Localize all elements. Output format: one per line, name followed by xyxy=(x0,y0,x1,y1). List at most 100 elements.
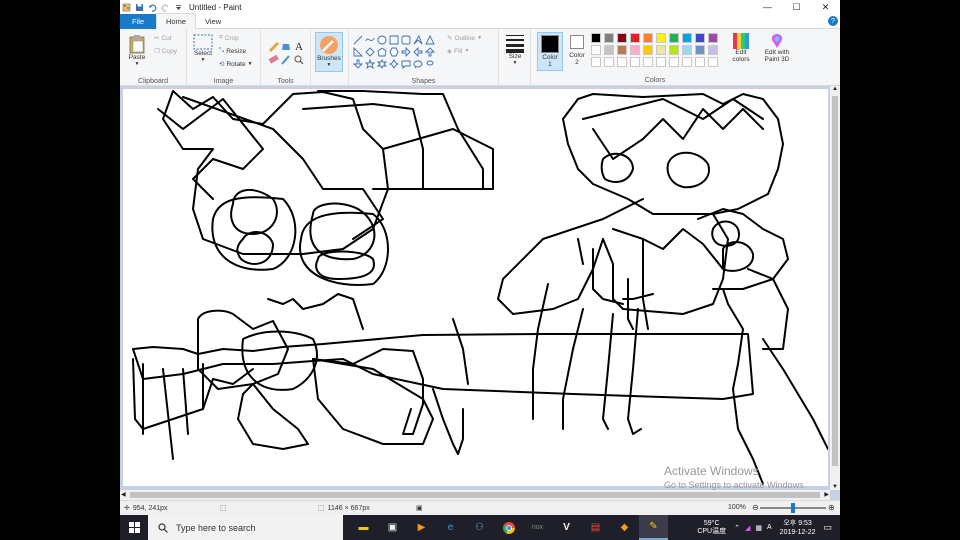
palette-swatch[interactable] xyxy=(604,57,614,67)
help-icon[interactable]: ? xyxy=(828,16,838,26)
palette-swatch[interactable] xyxy=(682,57,692,67)
customize-qa-icon[interactable] xyxy=(174,3,183,12)
chevron-up-icon[interactable]: ⌃ xyxy=(734,524,740,532)
shape-option-icon[interactable] xyxy=(401,46,411,58)
shape-option-icon[interactable] xyxy=(401,35,411,45)
shape-option-icon[interactable] xyxy=(353,59,364,69)
shape-option-icon[interactable] xyxy=(377,35,387,45)
scroll-down-icon[interactable]: ▼ xyxy=(832,484,838,490)
palette-swatch[interactable] xyxy=(643,57,653,67)
shape-option-icon[interactable] xyxy=(388,59,400,69)
palette-swatch[interactable] xyxy=(682,33,692,43)
palette-swatch[interactable] xyxy=(669,33,679,43)
shape-option-icon[interactable] xyxy=(413,60,423,69)
scroll-left-icon[interactable]: ◀ xyxy=(121,491,126,498)
undo-icon[interactable] xyxy=(148,3,157,12)
palette-swatch[interactable] xyxy=(604,33,614,43)
nox-icon[interactable]: nox xyxy=(523,515,552,540)
palette-swatch[interactable] xyxy=(643,33,653,43)
shape-option-icon[interactable] xyxy=(424,47,436,57)
edit-with-paint3d-button[interactable]: Edit with Paint 3D xyxy=(755,33,799,63)
color-picker-icon[interactable] xyxy=(281,55,290,65)
palette-swatch[interactable] xyxy=(604,45,614,55)
palette-swatch[interactable] xyxy=(630,57,640,67)
palette-swatch[interactable] xyxy=(630,45,640,55)
shape-option-icon[interactable] xyxy=(353,46,364,57)
palette-swatch[interactable] xyxy=(708,57,718,67)
shape-option-icon[interactable] xyxy=(353,35,363,45)
shape-option-icon[interactable] xyxy=(413,46,423,58)
palette-swatch[interactable] xyxy=(643,45,653,55)
text-icon[interactable]: A xyxy=(295,41,303,53)
media-player-icon[interactable]: ▶ xyxy=(407,515,436,540)
shape-option-icon[interactable] xyxy=(377,47,387,57)
color1-button[interactable]: Color 1 xyxy=(537,32,563,71)
palette-swatch[interactable] xyxy=(708,45,718,55)
size-button[interactable]: Size ▼ xyxy=(503,33,527,67)
notification-icon[interactable]: ▭ xyxy=(823,522,832,533)
outline-button[interactable]: ✎ Outline ▼ xyxy=(447,34,482,43)
file-explorer-icon[interactable]: ▬ xyxy=(349,515,378,540)
shapes-gallery[interactable] xyxy=(353,35,445,71)
scroll-up-icon[interactable]: ▲ xyxy=(832,86,838,92)
vim-icon[interactable]: V xyxy=(552,515,581,540)
shape-option-icon[interactable] xyxy=(389,35,399,45)
palette-swatch[interactable] xyxy=(617,33,627,43)
palette-swatch[interactable] xyxy=(591,33,601,43)
store-icon[interactable]: ▣ xyxy=(378,515,407,540)
palette-swatch[interactable] xyxy=(695,45,705,55)
rotate-button[interactable]: ⟲ Rotate ▼ xyxy=(219,60,253,69)
vertical-scrollbar[interactable]: ▲ ▼ xyxy=(830,86,840,490)
paint-taskbar-icon[interactable]: ✎ xyxy=(639,515,668,540)
game-icon[interactable]: ◆ xyxy=(610,515,639,540)
tab-view[interactable]: View xyxy=(196,14,230,29)
copy-button[interactable]: ❐ Copy xyxy=(154,47,177,56)
vertical-scroll-thumb[interactable] xyxy=(832,96,838,466)
network-app-icon[interactable]: ⚇ xyxy=(465,515,494,540)
start-button[interactable] xyxy=(120,515,148,540)
shape-option-icon[interactable] xyxy=(426,60,434,66)
palette-swatch[interactable] xyxy=(591,45,601,55)
shape-option-icon[interactable] xyxy=(389,47,399,57)
taskbar-search[interactable]: Type here to search xyxy=(148,515,343,540)
gallery-icon[interactable]: ▤ xyxy=(581,515,610,540)
shape-option-icon[interactable] xyxy=(376,58,388,70)
palette-swatch[interactable] xyxy=(682,45,692,55)
palette-swatch[interactable] xyxy=(695,57,705,67)
palette-swatch[interactable] xyxy=(708,33,718,43)
palette-swatch[interactable] xyxy=(617,45,627,55)
minimize-button[interactable]: — xyxy=(753,0,782,14)
clock[interactable]: 오후 9:53 2019-12-22 xyxy=(780,519,816,537)
palette-swatch[interactable] xyxy=(591,57,601,67)
zoom-slider-thumb[interactable] xyxy=(791,503,795,513)
shape-option-icon[interactable] xyxy=(364,58,376,70)
color2-button[interactable]: Color 2 xyxy=(565,33,589,66)
select-button[interactable]: Select ▼ xyxy=(190,34,216,64)
tab-home[interactable]: Home xyxy=(156,13,197,29)
eraser-icon[interactable] xyxy=(268,54,279,64)
palette-swatch[interactable] xyxy=(669,57,679,67)
tab-file[interactable]: File xyxy=(120,13,156,29)
horizontal-scrollbar[interactable]: ◀ ▶ xyxy=(120,490,830,500)
cut-button[interactable]: ✂ Cut xyxy=(154,34,172,43)
chrome-icon[interactable] xyxy=(494,515,523,540)
shape-option-icon[interactable] xyxy=(413,35,423,45)
pencil-icon[interactable] xyxy=(269,42,279,52)
horizontal-scroll-thumb[interactable] xyxy=(130,492,820,498)
zoom-in-icon[interactable]: ⊕ xyxy=(828,503,835,512)
crop-button[interactable]: ⌗ Crop xyxy=(219,34,239,42)
shape-option-icon[interactable] xyxy=(425,35,435,45)
maximize-button[interactable]: ☐ xyxy=(782,0,811,14)
scroll-right-icon[interactable]: ▶ xyxy=(824,491,829,498)
ime-mode[interactable]: A xyxy=(767,524,772,531)
palette-swatch[interactable] xyxy=(656,33,666,43)
palette-swatch[interactable] xyxy=(656,57,666,67)
magnifier-icon[interactable] xyxy=(294,55,304,65)
edge-icon[interactable]: e xyxy=(436,515,465,540)
zoom-out-icon[interactable]: ⊖ xyxy=(752,503,759,512)
palette-swatch[interactable] xyxy=(669,45,679,55)
brushes-button[interactable]: Brushes ▼ xyxy=(315,32,343,72)
palette-swatch[interactable] xyxy=(630,33,640,43)
shape-option-icon[interactable] xyxy=(365,47,375,57)
save-icon[interactable] xyxy=(135,3,144,12)
